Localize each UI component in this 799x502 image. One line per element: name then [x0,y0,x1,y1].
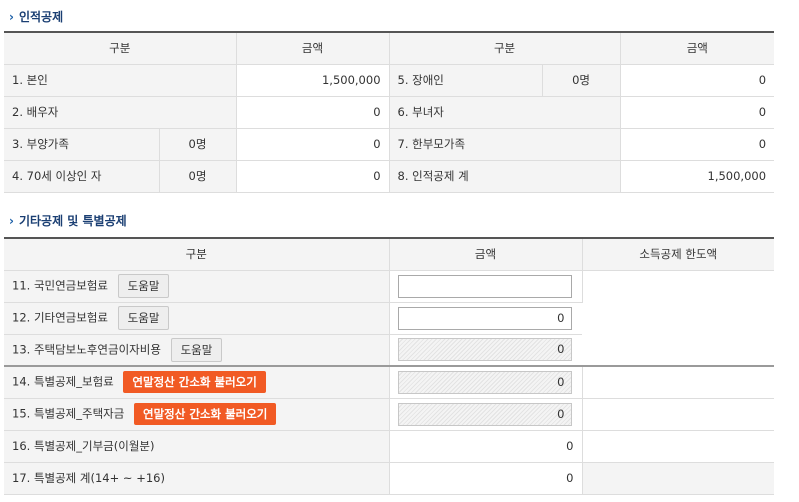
header-amount: 금액 [620,32,775,65]
load-simplified-data-button[interactable]: 연말정산 간소화 불러오기 [134,403,277,425]
amount-cell: 0 [389,398,583,431]
row-label: 11. 국민연금보험료 [12,278,109,293]
limit-cell [582,430,774,463]
amount-cell [389,270,583,303]
limit-cell [582,462,774,495]
count-value: 0명 [159,160,237,193]
load-simplified-data-button[interactable]: 연말정산 간소화 불러오기 [123,371,266,394]
row-label-cell: 13. 주택담보노후연금이자비용 도움말 [4,334,390,367]
row-label-cell: 15. 특별공제_주택자금 연말정산 간소화 불러오기 [4,398,390,431]
section-personal-deduction-title: › 인적공제 [9,8,63,25]
section-title-text: 인적공제 [18,10,64,24]
header-amount: 금액 [389,238,583,271]
header-category: 구분 [4,238,390,271]
header-limit: 소득공제 한도액 [582,238,774,271]
amount-value: 0 [236,96,390,129]
help-button[interactable]: 도움말 [117,306,170,330]
amount-value: 0 [620,64,775,97]
row-label: 5. 장애인 [389,64,543,97]
limit-cell [582,365,774,399]
national-pension-input[interactable] [397,274,572,298]
row-label: 14. 특별공제_보험료 [12,374,114,389]
amount-value: 0 [389,430,583,463]
amount-value: 0 [620,96,775,129]
row-label: 2. 배우자 [4,96,237,129]
chevron-right-icon: › [9,9,14,24]
header-category: 구분 [389,32,621,65]
table-row: 16. 특별공제_기부금(이월분) 0 [4,430,774,463]
housing-fund-input: 0 [397,402,572,426]
amount-value: 0 [236,160,390,193]
amount-cell: 0 [389,334,582,367]
other-pension-input[interactable]: 0 [397,306,572,330]
row-label-cell: 12. 기타연금보험료 도움말 [4,302,390,335]
table-row: 2. 배우자 0 6. 부녀자 0 [4,96,775,129]
row-label: 7. 한부모가족 [389,128,621,161]
amount-cell: 0 [389,365,583,399]
amount-value: 1,500,000 [620,160,775,193]
row-label: 1. 본인 [4,64,237,97]
row-label-cell: 11. 국민연금보험료 도움말 [4,270,390,303]
amount-value: 0 [389,462,583,495]
amount-value: 0 [236,128,390,161]
chevron-right-icon: › [9,213,14,228]
table-header-row: 구분 금액 구분 금액 [4,32,775,65]
amount-value: 1,500,000 [236,64,390,97]
table-row: 14. 특별공제_보험료 연말정산 간소화 불러오기 0 [4,365,774,399]
row-label: 6. 부녀자 [389,96,621,129]
help-button[interactable]: 도움말 [170,337,223,362]
mortgage-pension-interest-input: 0 [397,338,572,362]
table-row: 1. 본인 1,500,000 5. 장애인 0명 0 [4,64,775,97]
row-label: 16. 특별공제_기부금(이월분) [4,430,390,463]
row-label: 17. 특별공제 계(14+ ~ +16) [4,462,390,495]
count-value: 0명 [542,64,621,97]
section-title-text: 기타공제 및 특별공제 [18,214,127,228]
count-value: 0명 [159,128,237,161]
section-other-deduction-title: › 기타공제 및 특별공제 [9,212,127,229]
amount-cell: 0 [389,302,582,335]
row-label: 13. 주택담보노후연금이자비용 [12,342,161,357]
row-label-cell: 14. 특별공제_보험료 연말정산 간소화 불러오기 [4,365,390,399]
table-row: 11. 국민연금보험료 도움말 [4,270,774,367]
help-button[interactable]: 도움말 [117,274,170,298]
row-label: 8. 인적공제 계 [389,160,621,193]
header-category: 구분 [4,32,237,65]
row-label: 3. 부양가족 [4,128,160,161]
other-deduction-table: 구분 금액 소득공제 한도액 11. 국민연금보험료 도움말 12. 기타연금보… [4,237,774,495]
table-row: 3. 부양가족 0명 0 7. 한부모가족 0 [4,128,775,161]
personal-deduction-table: 구분 금액 구분 금액 1. 본인 1,500,000 5. 장애인 0명 0 … [4,31,775,193]
limit-cell [582,270,774,367]
table-row: 4. 70세 이상인 자 0명 0 8. 인적공제 계 1,500,000 [4,160,775,193]
table-row: 17. 특별공제 계(14+ ~ +16) 0 [4,462,774,495]
header-amount: 금액 [236,32,390,65]
amount-value: 0 [620,128,775,161]
table-header-row: 구분 금액 소득공제 한도액 [4,238,774,271]
table-row: 15. 특별공제_주택자금 연말정산 간소화 불러오기 0 [4,398,774,431]
row-label: 4. 70세 이상인 자 [4,160,160,193]
limit-cell [582,398,774,431]
row-label: 12. 기타연금보험료 [12,310,109,325]
row-label: 15. 특별공제_주택자금 [12,406,125,421]
insurance-premium-input: 0 [397,370,572,394]
